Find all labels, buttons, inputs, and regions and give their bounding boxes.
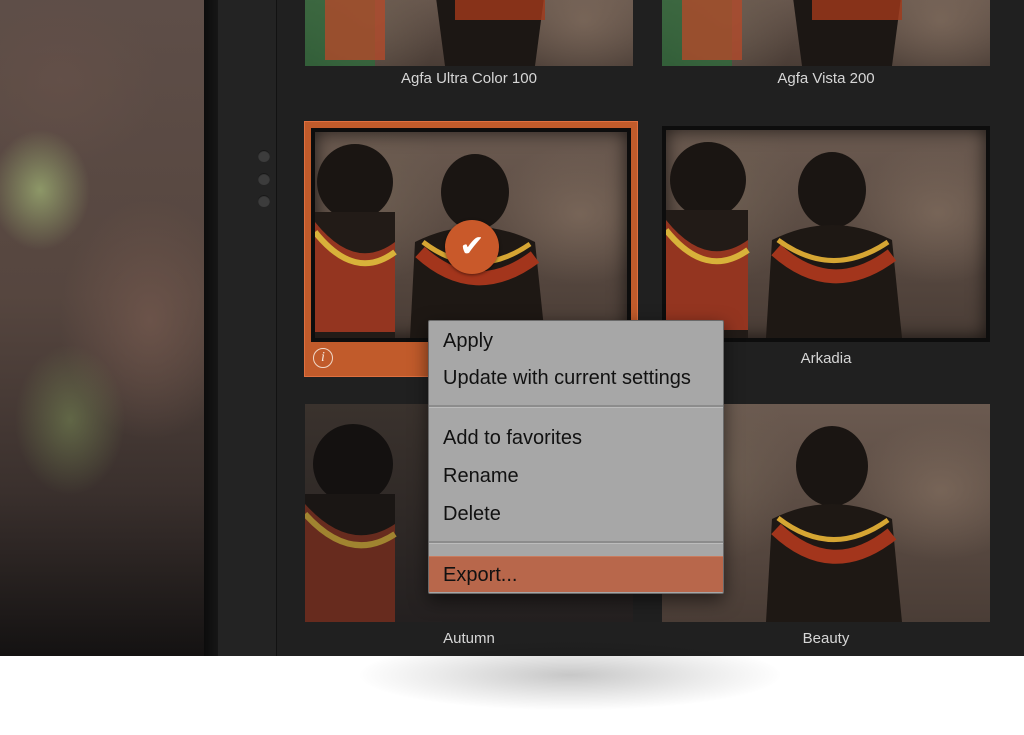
menu-separator [429, 541, 723, 544]
grip-dot-icon [258, 150, 270, 162]
preset-thumbnail [305, 0, 633, 66]
image-preview [0, 0, 204, 656]
menu-item-export[interactable]: Export... [429, 556, 723, 592]
preset-label: Agfa Ultra Color 100 [401, 70, 537, 87]
context-menu: Apply Update with current settings Add t… [428, 320, 724, 594]
preset-thumbnail [662, 126, 990, 342]
menu-item-apply[interactable]: Apply [429, 325, 723, 357]
app-window: Agfa Ultra Color 100 Agfa Vista 200 ✔ i … [0, 0, 1024, 656]
preset-tile[interactable]: Agfa Ultra Color 100 [305, 0, 633, 100]
window-shadow [360, 640, 780, 710]
menu-separator [429, 405, 723, 408]
preset-thumbnail [662, 0, 990, 66]
panel-handle[interactable] [218, 0, 277, 656]
preset-tile[interactable]: Agfa Vista 200 [662, 0, 990, 100]
checkmark-icon: ✔ [445, 220, 499, 274]
grip-dot-icon [258, 195, 270, 207]
info-icon[interactable]: i [313, 348, 333, 368]
panel-divider[interactable] [204, 0, 219, 656]
preset-label: Agfa Vista 200 [777, 70, 875, 87]
preset-label: Beauty [802, 630, 850, 647]
menu-item-add-to-favorites[interactable]: Add to favorites [429, 422, 723, 454]
grip-dot-icon [258, 173, 270, 185]
menu-item-update-with-current-settings[interactable]: Update with current settings [429, 362, 723, 394]
menu-item-rename[interactable]: Rename [429, 460, 723, 492]
menu-item-delete[interactable]: Delete [429, 498, 723, 530]
